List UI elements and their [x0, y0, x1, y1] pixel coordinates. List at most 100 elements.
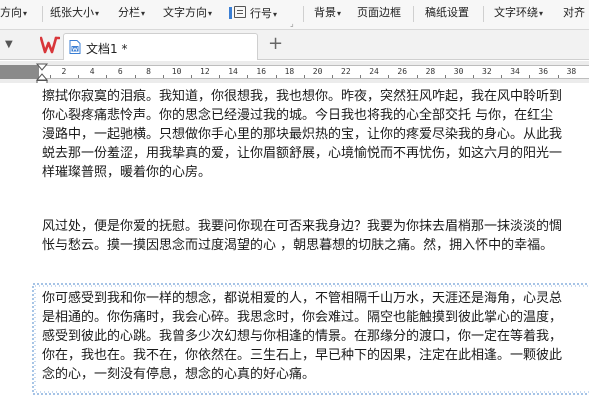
- toolbar-divider: [413, 6, 414, 22]
- toolbar-divider: [483, 6, 484, 22]
- ruler-number: 28: [425, 67, 436, 76]
- ruler-number: 22: [341, 67, 351, 76]
- ruler-tick: [331, 75, 333, 78]
- ruler-tick: [444, 75, 446, 78]
- page-border-button[interactable]: 页面边框: [357, 6, 401, 20]
- ruler-tick: [303, 75, 305, 78]
- text-line: 念的心，一刻没有停息，想念的心真的好心痛。: [42, 367, 316, 382]
- text-line: 是相通的。你伤痛时，我会心碎。我思念时，你会难过。隔空也能触摸到彼此掌心的温度，: [42, 310, 563, 325]
- text-direction-label: 文字方向: [163, 6, 207, 19]
- line-numbers-button[interactable]: 行号▾: [229, 6, 277, 22]
- text-line: 你在，我也在。我不在，你依然在。三生石上，早已种下的因果，注定在此相逢。一颗彼此: [42, 348, 563, 363]
- text-direction-partial-button[interactable]: 方向▾: [0, 6, 27, 21]
- document-icon: [69, 40, 81, 54]
- ruler-number: 6: [117, 67, 123, 76]
- toolbar-divider: [303, 6, 304, 22]
- lines-icon: [234, 6, 246, 18]
- columns-button[interactable]: 分栏▾: [118, 6, 145, 21]
- manuscript-settings-label: 稿纸设置: [425, 6, 469, 19]
- chevron-down-icon: ▾: [208, 9, 213, 18]
- background-button[interactable]: 背景▾: [314, 6, 341, 21]
- text-line: 蜕去那一份羞涩，用我挚真的爱，让你眉额舒展，心境愉悦而不再忧伤，如这六月的阳光一: [42, 146, 563, 161]
- tab-title: 文档1 *: [86, 42, 128, 56]
- line-number-icon: [229, 7, 232, 19]
- toolbar-divider: [42, 6, 43, 22]
- ruler-number: 10: [171, 67, 182, 76]
- expand-arrow-icon[interactable]: ⌟: [290, 19, 294, 28]
- document-canvas[interactable]: 擦拭你寂寞的泪痕。我知道，你很想我，我也想你。昨夜，突然狂风咋起，我在风中聆听到…: [0, 83, 589, 400]
- ruler-number: 16: [256, 67, 267, 76]
- ruler-tick: [360, 75, 362, 78]
- ruler-tick: [275, 75, 277, 78]
- ruler-number: 38: [566, 67, 577, 76]
- text-line: 漫路中，一起驰横。只想做你手心里的那块最炽热的宝，让你的疼爱尽染我的身心。从此我: [42, 127, 563, 142]
- ruler-number: 18: [284, 67, 295, 76]
- tab-document1[interactable]: 文档1 *: [63, 33, 258, 60]
- ruler-number: 20: [312, 67, 323, 76]
- background-label: 背景: [314, 6, 336, 19]
- text-line: 怅与愁云。摸一摸因思念而过度渴望的心 ，朝思暮想的切肤之痛。然，拥入怀中的幸福。: [42, 238, 554, 253]
- ruler-number: 30: [453, 67, 464, 76]
- chevron-down-icon: ▾: [141, 9, 146, 18]
- manuscript-settings-button[interactable]: 稿纸设置: [425, 6, 469, 20]
- ruler-number: 12: [200, 67, 210, 76]
- wps-logo-icon[interactable]: [40, 36, 60, 54]
- text-line: 你心裂疼痛悲怜声。你的思念已经漫过我的城。今日我也将我的心全部交托 与你，在红尘: [42, 108, 554, 123]
- ruler-number: 2: [61, 67, 67, 76]
- add-tab-icon[interactable]: +: [268, 33, 283, 55]
- ruler-tick: [388, 75, 390, 78]
- ruler-number: 36: [538, 67, 549, 76]
- indent-marker-icon[interactable]: [36, 63, 48, 85]
- ruler-tick: [219, 75, 221, 78]
- ruler-tick: [529, 75, 531, 78]
- align-partial-button[interactable]: 对齐: [563, 6, 585, 20]
- ruler-tick: [162, 75, 164, 78]
- ruler-number: 4: [89, 67, 95, 76]
- paper-size-button[interactable]: 纸张大小▾: [50, 6, 99, 21]
- ruler-tick: [134, 75, 136, 78]
- ruler-margin: [0, 65, 39, 79]
- paragraph-3[interactable]: 你可感受到我和你一样的想念，都说相爱的人，不管相隔千山万水，天涯还是海角，心灵总…: [42, 289, 589, 384]
- paragraph-2[interactable]: 风过处，便是你爱的抚慰。我要问你现在可否来我身边？我要为你抹去眉梢那一抹淡淡的惆…: [42, 217, 589, 255]
- text-line: 样璀璨普照，暖着你的心房。: [42, 165, 212, 180]
- columns-label: 分栏: [118, 6, 140, 19]
- paragraph-1[interactable]: 擦拭你寂寞的泪痕。我知道，你很想我，我也想你。昨夜，突然狂风咋起，我在风中聆听到…: [42, 83, 589, 182]
- page-border-label: 页面边框: [357, 6, 401, 19]
- horizontal-ruler-area: 2 4 6 8 10 12 14 16 18 20 22 24 26 28 30 32 34 36 38: [0, 61, 589, 83]
- align-partial-label: 对齐: [563, 6, 585, 19]
- chevron-down-icon: ▾: [337, 9, 342, 18]
- line-numbers-label: 行号: [250, 7, 272, 20]
- text-line: 你可感受到我和你一样的想念，都说相爱的人，不管相隔千山万水，天涯还是海角，心灵总: [42, 291, 563, 306]
- ruler-tick: [247, 75, 249, 78]
- text-direction-button[interactable]: 文字方向▾: [163, 6, 212, 21]
- ruler-tick: [49, 75, 51, 78]
- paper-size-label: 纸张大小: [50, 6, 94, 19]
- text-line: 擦拭你寂寞的泪痕。我知道，你很想我，我也想你。昨夜，突然狂风咋起，我在风中聆听到: [42, 89, 563, 104]
- text-direction-partial-label: 方向: [0, 6, 22, 19]
- chevron-down-icon: ▾: [273, 10, 278, 19]
- ruler-number: 32: [482, 67, 492, 76]
- ruler-number: 26: [397, 67, 408, 76]
- ruler-number: 8: [146, 67, 151, 76]
- tab-list-dropdown-icon[interactable]: ▼: [5, 39, 13, 50]
- ribbon-toolbar: 方向▾ 纸张大小▾ 分栏▾ 文字方向▾ 行号▾ ⌟ 背景▾ 页面边框 稿纸设置 …: [0, 0, 589, 30]
- ruler-tick: [501, 75, 503, 78]
- document-tab-bar: ▼ 文档1 * +: [0, 30, 589, 60]
- ruler-number: 24: [369, 67, 379, 76]
- ruler-number: 14: [228, 67, 238, 76]
- chevron-down-icon: ▾: [539, 9, 544, 18]
- ruler-tick: [106, 75, 108, 78]
- chevron-down-icon: ▾: [23, 9, 28, 18]
- text-wrap-label: 文字环绕: [494, 6, 538, 19]
- ruler-tick: [78, 75, 80, 78]
- ruler-tick: [557, 75, 559, 78]
- text-wrap-button[interactable]: 文字环绕▾: [494, 6, 543, 21]
- horizontal-ruler[interactable]: 2 4 6 8 10 12 14 16 18 20 22 24 26 28 30 32 34 36 38: [39, 65, 589, 79]
- text-line: 感受到彼此的心跳。我曾多少次幻想与你相逢的情景。在那缘分的渡口，你一定在等着我，: [42, 329, 563, 344]
- text-line: 风过处，便是你爱的抚慰。我要问你现在可否来我身边？我要为你抹去眉梢那一抹淡淡的惆: [42, 219, 563, 234]
- ruler-tick: [190, 75, 192, 78]
- chevron-down-icon: ▾: [95, 9, 100, 18]
- ruler-tick: [472, 75, 474, 78]
- ruler-tick: [416, 75, 418, 78]
- ruler-number: 34: [510, 67, 520, 76]
